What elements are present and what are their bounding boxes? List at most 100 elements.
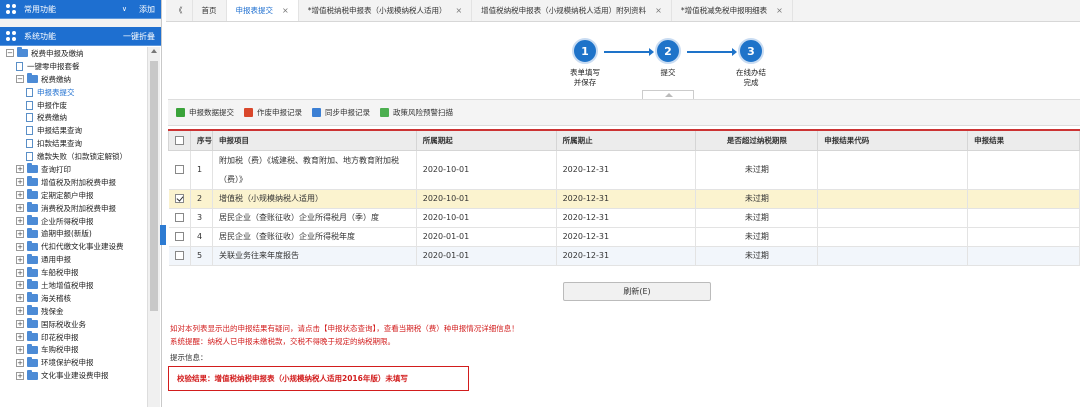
collapse-steps-toggle[interactable]: [642, 90, 694, 99]
refresh-button[interactable]: 刷新(E): [563, 282, 711, 301]
tree-item[interactable]: + 企业所得税申报: [0, 215, 146, 228]
column-header: 申报结果: [967, 129, 1080, 151]
table-row[interactable]: 1 附加税（费）《城建税、教育附加、地方教育附加税（费）》 2020-10-01 20…: [168, 150, 1080, 190]
tree-item[interactable]: + 逾期申报(新版): [0, 227, 146, 240]
collapse-all-button[interactable]: 一键折叠: [123, 31, 155, 42]
common-functions-bar[interactable]: 常用功能 ∨ 添加: [0, 0, 161, 19]
tree-item[interactable]: + 文化事业建设费申报: [0, 369, 146, 382]
cell-end: 2020-12-31: [556, 208, 697, 228]
tree-item-label: 企业所得税申报: [41, 216, 94, 226]
tab-2[interactable]: 申报表提交 ×: [226, 0, 299, 21]
tree-item[interactable]: + 海关稽核: [0, 292, 146, 305]
row-checkbox[interactable]: [174, 165, 184, 174]
step-2-circle: 2: [655, 38, 681, 64]
close-icon[interactable]: ×: [776, 6, 783, 15]
tab-4[interactable]: 增值税纳税申报表（小规模纳税人适用）附列资料 ×: [472, 0, 672, 21]
tree-item[interactable]: 申报表提交: [0, 86, 146, 99]
expand-icon[interactable]: +: [16, 345, 24, 354]
tree-item[interactable]: 扣款结果查询: [0, 137, 146, 150]
expand-icon[interactable]: +: [16, 204, 24, 213]
close-icon[interactable]: ×: [655, 6, 662, 15]
table-row[interactable]: 3 居民企业（查账征收）企业所得税月（季）度 2020-10-01 2020-12-3…: [168, 208, 1080, 228]
toolbar-button-label: 政策风险预警扫描: [393, 108, 453, 117]
row-checkbox[interactable]: [174, 213, 184, 222]
expand-icon[interactable]: +: [16, 229, 24, 238]
row-checkbox[interactable]: [174, 251, 184, 260]
tree-item-label: 税费缴纳: [37, 113, 67, 123]
tree-item[interactable]: + 定期定额户申报: [0, 189, 146, 202]
expand-icon[interactable]: +: [16, 320, 24, 329]
row-checkbox[interactable]: [174, 194, 184, 203]
cell-code: [817, 208, 969, 228]
expand-icon[interactable]: +: [16, 358, 24, 367]
validation-result: 校验结果：增值税纳税申报表（小规模纳税人适用2016年版）未填写: [168, 366, 469, 391]
toolbar-button-1[interactable]: 作废申报记录: [244, 107, 302, 118]
tree-item[interactable]: + 国际税收业务: [0, 318, 146, 331]
table-row[interactable]: 2 增值税（小规模纳税人适用） 2020-10-01 2020-12-31 未过期: [168, 189, 1080, 209]
expand-icon[interactable]: +: [16, 281, 24, 290]
collapse-icon[interactable]: −: [6, 49, 14, 58]
tree-item[interactable]: + 印花税申报: [0, 331, 146, 344]
select-all-checkbox[interactable]: [174, 136, 184, 145]
expand-icon[interactable]: +: [16, 268, 24, 277]
tree-item[interactable]: + 残保金: [0, 305, 146, 318]
apps-icon: [6, 31, 16, 41]
tree-item[interactable]: 缴款失败（扣款锁定解锁）: [0, 150, 146, 163]
table-row[interactable]: 4 居民企业（查账征收）企业所得税年度 2020-01-01 2020-12-31 未过…: [168, 227, 1080, 247]
expand-icon[interactable]: +: [16, 191, 24, 200]
expand-icon[interactable]: +: [16, 165, 24, 174]
sidebar-collapse-handle[interactable]: [160, 225, 166, 245]
tree-item[interactable]: + 增值税及附加税费申报: [0, 176, 146, 189]
chevron-down-icon[interactable]: ∨: [122, 5, 127, 13]
folder-icon: [27, 73, 38, 84]
tree-item[interactable]: + 消费税及附加税费申报: [0, 202, 146, 215]
tree-item[interactable]: 申报结果查询: [0, 124, 146, 137]
tab-5[interactable]: *增值税减免税申报明细表 ×: [672, 0, 793, 21]
tab-3[interactable]: *增值税纳税申报表（小规模纳税人适用） ×: [299, 0, 473, 21]
tree-item[interactable]: 申报作废: [0, 99, 146, 112]
add-button[interactable]: 添加: [139, 4, 155, 15]
tree-item[interactable]: + 土地增值税申报: [0, 279, 146, 292]
expand-icon[interactable]: +: [16, 307, 24, 316]
expand-icon[interactable]: +: [16, 333, 24, 342]
tree-item[interactable]: + 车船税申报: [0, 266, 146, 279]
tree-item[interactable]: + 车购税申报: [0, 343, 146, 356]
tree-item[interactable]: + 查询打印: [0, 163, 146, 176]
tree-item-label: 残保金: [41, 306, 64, 316]
scrollbar-thumb[interactable]: [150, 61, 158, 311]
scroll-up-icon[interactable]: [151, 49, 157, 53]
tab-0[interactable]: 《: [166, 0, 193, 21]
toolbar-button-3[interactable]: 政策风险预警扫描: [380, 107, 453, 118]
tree-item-label: 通用申报: [41, 255, 71, 265]
tree-item[interactable]: 一键零申报套餐: [0, 60, 146, 73]
tree-item[interactable]: + 通用申报: [0, 253, 146, 266]
expand-icon[interactable]: +: [16, 294, 24, 303]
expand-icon[interactable]: +: [16, 178, 24, 187]
tree-item[interactable]: + 代扣代缴文化事业建设费: [0, 240, 146, 253]
tree-item[interactable]: 税费缴纳: [0, 111, 146, 124]
tree-item-label: 增值税及附加税费申报: [41, 177, 116, 187]
expand-icon[interactable]: +: [16, 217, 24, 226]
close-icon[interactable]: ×: [282, 6, 289, 15]
collapse-icon[interactable]: −: [16, 75, 24, 84]
tree-scrollbar[interactable]: [147, 47, 160, 407]
folder-icon: [27, 215, 38, 226]
toolbar-button-2[interactable]: 同步申报记录: [312, 107, 370, 118]
tab-1[interactable]: 首页: [193, 0, 227, 21]
row-checkbox[interactable]: [174, 232, 184, 241]
close-icon[interactable]: ×: [455, 6, 462, 15]
cell-code: [817, 150, 969, 190]
table-row[interactable]: 5 关联业务往来年度报告 2020-01-01 2020-12-31 未过期: [168, 246, 1080, 266]
expand-icon[interactable]: +: [16, 371, 24, 380]
document-icon: [26, 139, 33, 149]
expand-icon[interactable]: +: [16, 255, 24, 264]
tree-item[interactable]: − 税费申报及缴纳: [0, 47, 146, 60]
folder-icon: [27, 279, 38, 290]
tree-item-label: 查询打印: [41, 164, 71, 174]
toolbar-button-0[interactable]: 申报数据提交: [176, 107, 234, 118]
system-functions-bar[interactable]: 系统功能 一键折叠: [0, 27, 161, 46]
tree-item[interactable]: − 税费缴纳: [0, 73, 146, 86]
expand-icon[interactable]: +: [16, 242, 24, 251]
folder-icon: [27, 163, 38, 174]
tree-item[interactable]: + 环境保护税申报: [0, 356, 146, 369]
